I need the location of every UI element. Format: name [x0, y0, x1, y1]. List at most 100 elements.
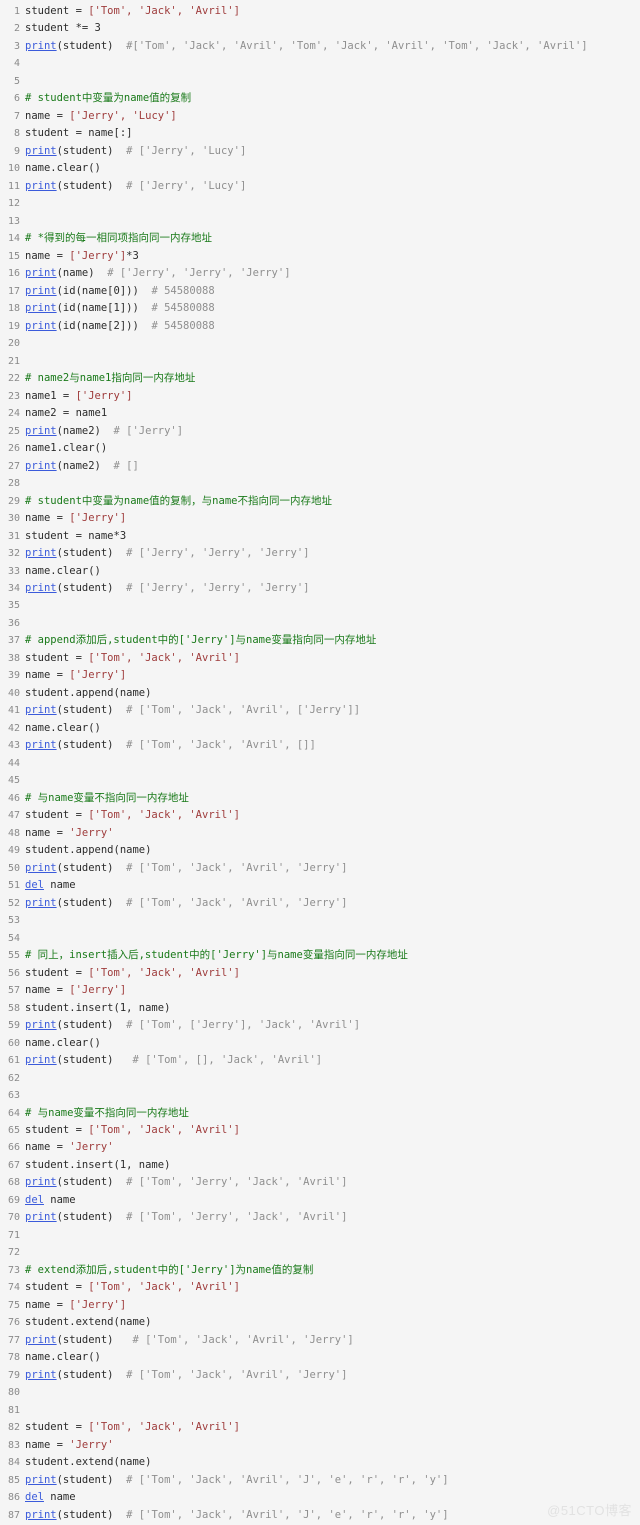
token-plain: (student): [56, 39, 127, 52]
token-fn[interactable]: print: [25, 425, 57, 437]
line-number: 11: [7, 180, 20, 192]
line-number: 74: [7, 1282, 20, 1294]
token-fn[interactable]: print: [25, 1176, 57, 1188]
code-line: 19 print(id(name[2])) # 54580088: [0, 318, 640, 335]
token-fn[interactable]: print: [25, 582, 57, 594]
token-cmt-gray: # ['Jerry', 'Lucy']: [126, 144, 247, 157]
token-str: 'Jerry': [69, 1438, 114, 1451]
token-plain: *3: [126, 249, 139, 262]
token-plain: student =: [25, 966, 89, 979]
line-number: 44: [7, 757, 20, 769]
code-line: 49 student.append(name): [0, 842, 640, 859]
token-fn[interactable]: print: [25, 1509, 57, 1521]
line-number: 69: [7, 1194, 20, 1206]
token-cmt-gray: # ['Tom', 'Jack', 'Avril', 'Jerry']: [126, 861, 348, 874]
token-plain: student.extend(name): [25, 1316, 152, 1329]
token-fn[interactable]: print: [25, 1054, 57, 1066]
token-fn[interactable]: print: [25, 1334, 57, 1346]
token-cmt-gray: # 54580088: [151, 302, 215, 315]
line-number: 12: [7, 198, 20, 210]
token-fn[interactable]: print: [25, 180, 57, 192]
code-line: 6 # student中变量为name值的复制: [0, 90, 640, 107]
token-str: ['Tom', 'Jack', 'Avril']: [88, 1281, 240, 1294]
code-line: 67 student.insert(1, name): [0, 1157, 640, 1174]
token-plain: student = name[:]: [25, 127, 133, 140]
token-kw[interactable]: del: [25, 879, 44, 891]
code-line: 3 print(student) #['Tom', 'Jack', 'Avril'…: [0, 38, 640, 55]
token-fn[interactable]: print: [25, 862, 57, 874]
code-line-text: name.clear(): [25, 160, 640, 177]
token-plain: (student): [56, 739, 127, 752]
code-line: 44: [0, 755, 640, 772]
token-fn[interactable]: print: [25, 1211, 57, 1223]
token-kw[interactable]: del: [25, 1194, 44, 1206]
code-line-text: # student中变量为name值的复制，与name不指向同一内存地址: [25, 493, 640, 510]
code-line: 50 print(student) # ['Tom', 'Jack', 'Avri…: [0, 860, 640, 877]
token-plain: (student): [56, 896, 127, 909]
code-line: 70 print(student) # ['Tom', 'Jerry', 'Jac…: [0, 1209, 640, 1226]
token-fn[interactable]: print: [25, 302, 57, 314]
code-line-text: student = name*3: [25, 528, 640, 545]
line-number: 45: [7, 775, 20, 787]
token-plain: name.clear(): [25, 564, 101, 577]
token-plain: (student): [56, 1176, 127, 1189]
token-fn[interactable]: print: [25, 320, 57, 332]
token-fn[interactable]: print: [25, 739, 57, 751]
code-line-text: student = ['Tom', 'Jack', 'Avril']: [25, 807, 640, 824]
token-fn[interactable]: print: [25, 285, 57, 297]
token-fn[interactable]: print: [25, 897, 57, 909]
code-line: 78 name.clear(): [0, 1349, 640, 1366]
line-number: 58: [7, 1002, 20, 1014]
token-plain: (student): [56, 1019, 127, 1032]
code-line: 28: [0, 475, 640, 492]
token-fn[interactable]: print: [25, 40, 57, 52]
line-number: 61: [7, 1055, 20, 1067]
code-line: 10 name.clear(): [0, 160, 640, 177]
token-kw[interactable]: del: [25, 1491, 44, 1503]
line-number: 46: [7, 792, 20, 804]
code-line: 18 print(id(name[1])) # 54580088: [0, 300, 640, 317]
code-line-text: print(name2) # []: [25, 458, 640, 475]
code-line: 8 student = name[:]: [0, 125, 640, 142]
code-line: 58 student.insert(1, name): [0, 1000, 640, 1017]
token-cmt-gray: # ['Tom', 'Jack', 'Avril', []]: [126, 739, 316, 752]
code-line: 40 student.append(name): [0, 685, 640, 702]
token-fn[interactable]: print: [25, 460, 57, 472]
code-line: 20: [0, 335, 640, 352]
token-fn[interactable]: print: [25, 1474, 57, 1486]
code-line-text: print(student) # ['Jerry', 'Jerry', 'Jer…: [25, 580, 640, 597]
token-fn[interactable]: print: [25, 1019, 57, 1031]
line-number: 29: [7, 495, 20, 507]
code-line-text: print(student) # ['Tom', 'Jack', 'Avril'…: [25, 860, 640, 877]
code-line-text: student = ['Tom', 'Jack', 'Avril']: [25, 1419, 640, 1436]
token-plain: (student): [56, 1508, 127, 1521]
token-cmt-gray: # ['Jerry', 'Jerry', 'Jerry']: [126, 547, 310, 560]
token-plain: (student): [56, 144, 127, 157]
code-line: 33 name.clear(): [0, 563, 640, 580]
line-number: 42: [7, 722, 20, 734]
token-fn[interactable]: print: [25, 267, 57, 279]
token-fn[interactable]: print: [25, 704, 57, 716]
token-plain: name1 =: [25, 389, 76, 402]
token-str: 'Jerry': [69, 1141, 114, 1154]
code-line: 26 name1.clear(): [0, 440, 640, 457]
code-line-text: name.clear(): [25, 1349, 640, 1366]
line-number: 79: [7, 1369, 20, 1381]
token-fn[interactable]: print: [25, 145, 57, 157]
code-line-text: student.extend(name): [25, 1454, 640, 1471]
code-line: 66 name = 'Jerry': [0, 1139, 640, 1156]
token-fn[interactable]: print: [25, 547, 57, 559]
code-line: 54: [0, 930, 640, 947]
code-line-text: print(name) # ['Jerry', 'Jerry', 'Jerry'…: [25, 265, 640, 282]
token-fn[interactable]: print: [25, 1369, 57, 1381]
code-line-text: name = ['Jerry']*3: [25, 248, 640, 265]
token-comment: # student中变量为name值的复制，与name不指向同一内存地址: [25, 494, 332, 507]
token-plain: name =: [25, 109, 70, 122]
line-number: 9: [13, 145, 20, 157]
code-line: 63: [0, 1087, 640, 1104]
